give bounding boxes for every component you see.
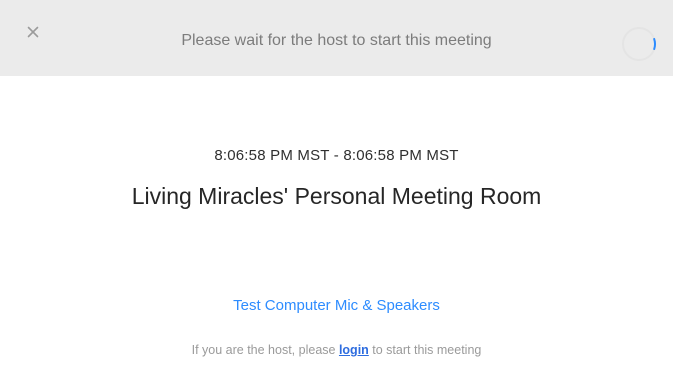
meeting-title: Living Miracles' Personal Meeting Room xyxy=(131,183,542,209)
waiting-message: Please wait for the host to start this m… xyxy=(181,32,492,49)
host-note-suffix: to start this meeting xyxy=(368,343,482,357)
loading-spinner xyxy=(620,25,658,63)
waiting-room-window: Please wait for the host to start this m… xyxy=(0,0,673,384)
login-link[interactable]: login xyxy=(339,343,369,357)
host-note-prefix: If you are the host, please xyxy=(191,343,339,357)
test-computer-audio-link[interactable]: Test Computer Mic & Speakers xyxy=(233,297,440,314)
test-audio-row: Test Computer Mic & Speakers xyxy=(0,296,673,316)
loading-spinner-icon xyxy=(622,27,656,61)
host-login-note: If you are the host, please login to sta… xyxy=(0,341,673,359)
meeting-time-range: 8:06:58 PM MST - 8:06:58 PM MST xyxy=(214,147,459,164)
header-bar: Please wait for the host to start this m… xyxy=(0,0,673,76)
